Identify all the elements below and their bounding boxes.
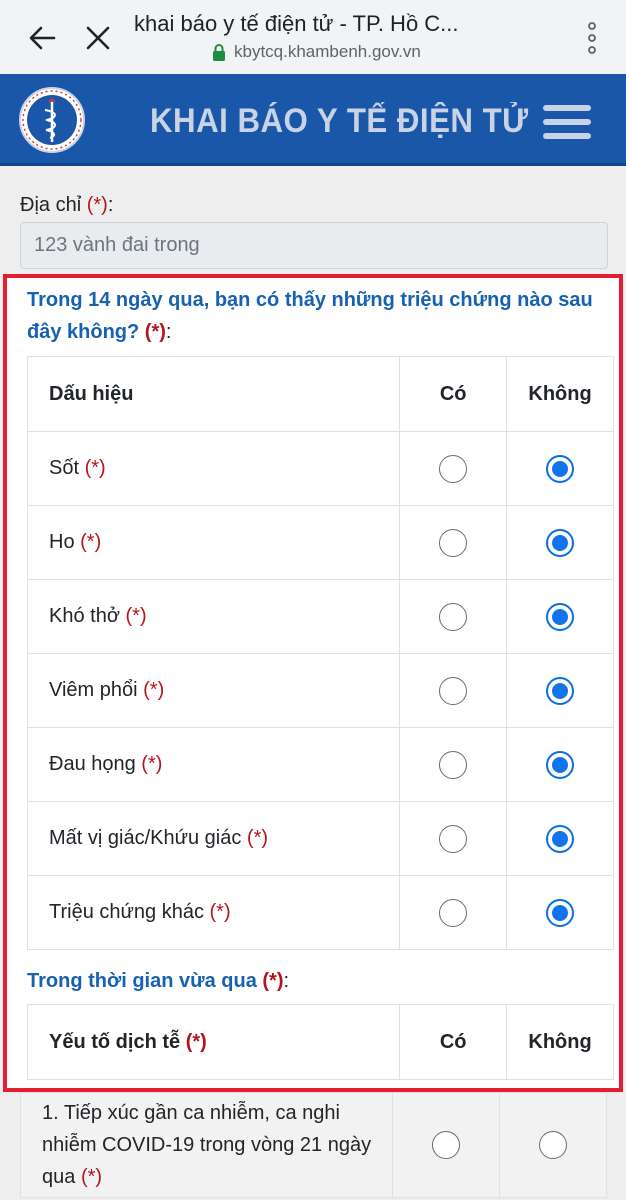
col-factor-header: Yếu tố dịch tễ (*): [26, 1004, 401, 1080]
col-yes-header: Có: [399, 1004, 508, 1080]
site-title: KHAI BÁO Y TẾ ĐIỆN TỬ: [150, 102, 529, 140]
table-row: Ho (*): [26, 505, 614, 580]
table-row: 1. Tiếp xúc gần ca nhiễm, ca nghi nhiễm …: [19, 1092, 607, 1198]
radio-no[interactable]: [546, 602, 575, 631]
browser-page-title: khai báo y tế điện tử - TP. Hồ C...: [134, 11, 459, 36]
epidemiology-question: Trong thời gian vừa qua (*):: [27, 970, 290, 992]
radio-no[interactable]: [546, 528, 575, 557]
epidemiology-rows-table: 1. Tiếp xúc gần ca nhiễm, ca nghi nhiễm …: [19, 1092, 607, 1198]
epidemiology-table: Yếu tố dịch tễ (*) Có Không: [26, 1004, 614, 1080]
radio-no[interactable]: [539, 1131, 568, 1159]
table-row: Sốt (*): [26, 431, 614, 506]
radio-no[interactable]: [546, 750, 575, 779]
table-row: Mất vị giác/Khứu giác (*): [26, 801, 614, 876]
symptom-label: Ho (*): [26, 505, 401, 580]
col-yes-header: Có: [399, 356, 508, 432]
symptom-label: Viêm phổi (*): [26, 653, 401, 728]
radio-yes[interactable]: [439, 602, 468, 631]
radio-yes[interactable]: [432, 1131, 461, 1159]
address-label: Địa chỉ (*):: [20, 194, 114, 216]
symptom-label: Đau họng (*): [26, 727, 401, 802]
table-row: Triệu chứng khác (*): [26, 875, 614, 950]
menu-icon[interactable]: [543, 105, 591, 139]
table-row: Khó thở (*): [26, 579, 614, 654]
radio-yes[interactable]: [439, 454, 468, 483]
radio-yes[interactable]: [439, 824, 468, 853]
back-arrow-icon[interactable]: [24, 20, 60, 56]
symptom-label: Sốt (*): [26, 431, 401, 506]
col-sign-header: Dấu hiệu: [26, 356, 401, 432]
factor-label: 1. Tiếp xúc gần ca nhiễm, ca nghi nhiễm …: [19, 1092, 394, 1198]
close-icon[interactable]: [80, 20, 116, 56]
col-no-header: Không: [506, 356, 614, 432]
radio-no[interactable]: [546, 898, 575, 927]
url-bar[interactable]: kbytcq.khambenh.gov.vn: [212, 42, 421, 62]
symptom-label: Khó thở (*): [26, 579, 401, 654]
table-row: Đau họng (*): [26, 727, 614, 802]
radio-yes[interactable]: [439, 676, 468, 705]
table-row: Viêm phổi (*): [26, 653, 614, 728]
lock-icon: [213, 44, 225, 61]
radio-yes[interactable]: [439, 750, 468, 779]
more-vert-icon[interactable]: [580, 18, 604, 58]
ministry-logo: [19, 87, 85, 153]
radio-yes[interactable]: [439, 898, 468, 927]
browser-toolbar: khai báo y tế điện tử - TP. Hồ C... kbyt…: [0, 0, 626, 74]
table-header-row: Yếu tố dịch tễ (*) Có Không: [26, 1004, 614, 1080]
table-header-row: Dấu hiệu Có Không: [26, 356, 614, 432]
col-no-header: Không: [506, 1004, 614, 1080]
url-text: kbytcq.khambenh.gov.vn: [234, 42, 421, 61]
symptoms-table: Dấu hiệu Có Không Sốt (*) Ho (*) Khó thở…: [26, 356, 614, 950]
symptom-label: Triệu chứng khác (*): [26, 875, 401, 950]
highlight-box: Trong 14 ngày qua, bạn có thấy những tri…: [3, 274, 623, 1092]
radio-no[interactable]: [546, 676, 575, 705]
address-input[interactable]: [20, 222, 608, 269]
radio-yes[interactable]: [439, 528, 468, 557]
radio-no[interactable]: [546, 454, 575, 483]
symptoms-question: Trong 14 ngày qua, bạn có thấy những tri…: [27, 289, 593, 343]
radio-no[interactable]: [546, 824, 575, 853]
site-header: KHAI BÁO Y TẾ ĐIỆN TỬ: [0, 74, 626, 166]
form-content: Địa chỉ (*): Trong 14 ngày qua, bạn có t…: [0, 166, 626, 1200]
symptom-label: Mất vị giác/Khứu giác (*): [26, 801, 401, 876]
